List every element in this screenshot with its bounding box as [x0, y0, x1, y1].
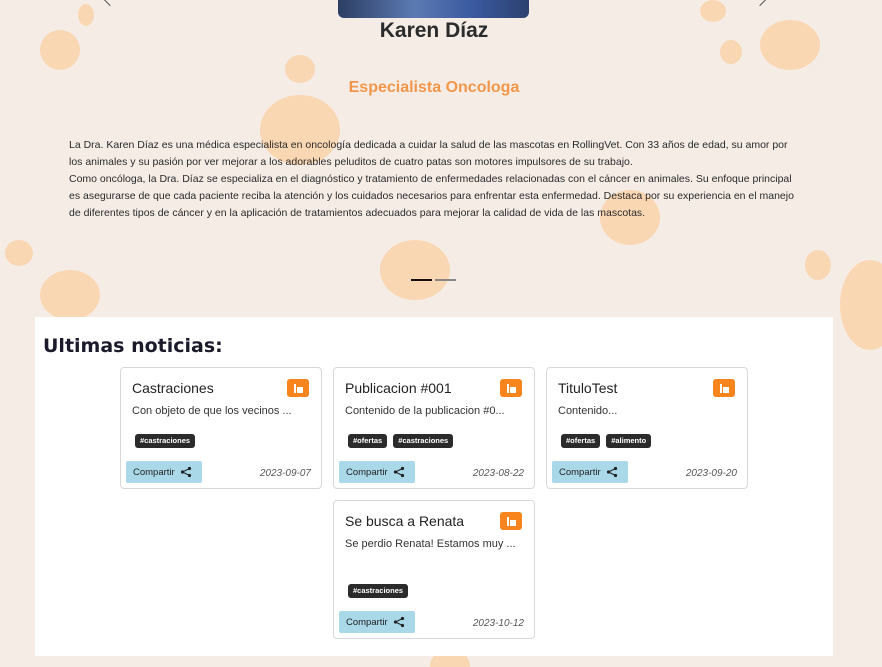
share-icon	[393, 616, 404, 628]
read-more-icon[interactable]	[500, 512, 522, 530]
news-card-date: 2023-10-12	[472, 618, 524, 629]
read-more-icon[interactable]	[287, 379, 309, 397]
share-icon	[393, 466, 404, 478]
news-card-excerpt: Contenido...	[558, 405, 618, 417]
news-card-title: Castraciones	[132, 380, 214, 396]
news-card-title: Publicacion #001	[345, 380, 452, 396]
share-button[interactable]: Compartir	[339, 461, 415, 483]
news-card: TituloTest Contenido... #ofertas #alimen…	[546, 367, 748, 489]
news-card-excerpt: Contenido de la publicacion #0...	[345, 405, 505, 417]
share-button-label: Compartir	[133, 466, 175, 478]
bio-paragraph: Como oncóloga, la Dra. Díaz se especiali…	[69, 173, 794, 219]
share-button[interactable]: Compartir	[339, 611, 415, 633]
news-card-title: Se busca a Renata	[345, 513, 465, 529]
carousel-indicator-2[interactable]	[435, 279, 456, 281]
share-button[interactable]: Compartir	[126, 461, 202, 483]
tag[interactable]: #ofertas	[348, 434, 388, 448]
carousel-indicator-1[interactable]	[411, 279, 432, 281]
news-section: Ultimas noticias: Castraciones Con objet…	[35, 317, 833, 656]
bio-paragraph: La Dra. Karen Díaz es una médica especia…	[69, 139, 788, 168]
carousel-next-button[interactable]	[752, 0, 769, 8]
tag[interactable]: #castraciones	[135, 434, 196, 448]
share-icon	[606, 466, 617, 478]
news-card-excerpt: Con objeto de que los vecinos ...	[132, 405, 292, 417]
tag[interactable]: #castraciones	[348, 584, 409, 598]
carousel-indicators	[411, 279, 456, 281]
carousel-prev-button[interactable]	[102, 0, 119, 8]
doctor-specialty: Especialista Oncologa	[348, 79, 520, 96]
doctor-bio: La Dra. Karen Díaz es una médica especia…	[69, 137, 799, 222]
news-card-date: 2023-09-07	[259, 468, 311, 479]
read-more-icon[interactable]	[500, 379, 522, 397]
read-more-icon[interactable]	[713, 379, 735, 397]
share-button[interactable]: Compartir	[552, 461, 628, 483]
share-icon	[180, 466, 191, 478]
tag[interactable]: #castraciones	[393, 434, 454, 448]
share-button-label: Compartir	[346, 616, 388, 628]
doctor-photo	[338, 0, 529, 18]
news-card-tags: #castraciones	[135, 434, 196, 448]
news-heading: Ultimas noticias:	[43, 335, 223, 357]
doctor-profile-carousel: Karen Díaz Especialista Oncologa La Dra.…	[35, 0, 833, 300]
news-card-date: 2023-08-22	[472, 468, 524, 479]
news-card-excerpt: Se perdio Renata! Estamos muy ...	[345, 538, 516, 550]
news-card-tags: #castraciones	[348, 584, 409, 598]
news-card-tags: #ofertas #castraciones	[348, 434, 454, 448]
news-card-date: 2023-09-20	[685, 468, 737, 479]
news-card-tags: #ofertas #alimento	[561, 434, 652, 448]
doctor-name: Karen Díaz	[379, 19, 489, 42]
news-card-title: TituloTest	[558, 380, 618, 396]
share-button-label: Compartir	[346, 466, 388, 478]
news-card: Castraciones Con objeto de que los vecin…	[120, 367, 322, 489]
news-card: Se busca a Renata Se perdio Renata! Esta…	[333, 500, 535, 639]
tag[interactable]: #ofertas	[561, 434, 601, 448]
tag[interactable]: #alimento	[606, 434, 652, 448]
share-button-label: Compartir	[559, 466, 601, 478]
news-card: Publicacion #001 Contenido de la publica…	[333, 367, 535, 489]
chevron-left-icon	[102, 0, 118, 7]
chevron-right-icon	[752, 0, 768, 7]
